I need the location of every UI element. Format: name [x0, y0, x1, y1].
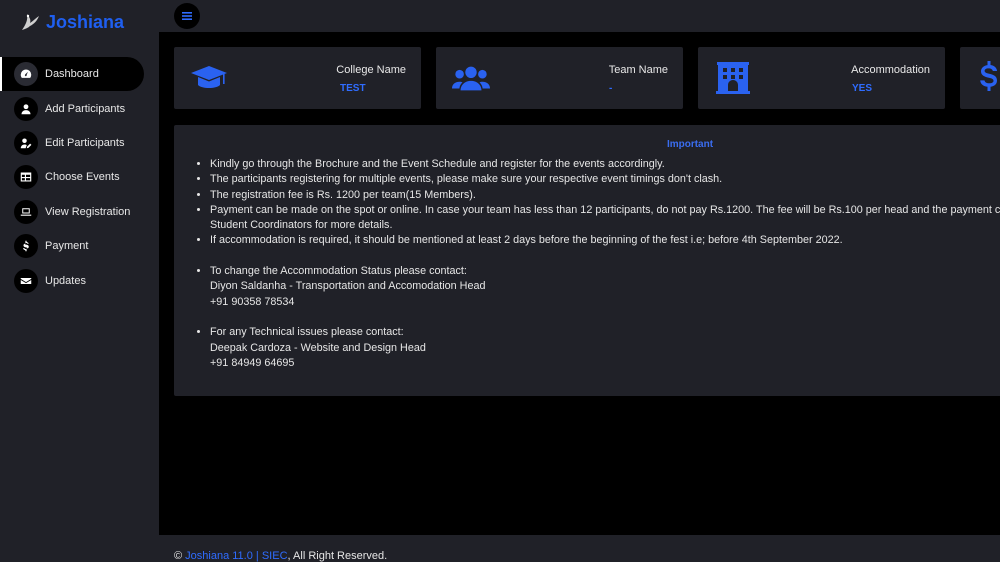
college-name-card: College Name TEST [174, 47, 421, 109]
spacer [210, 249, 1000, 264]
sidebar-item-dashboard[interactable]: Dashboard [0, 57, 144, 92]
technical-contact-heading: For any Technical issues please contact: [210, 326, 404, 339]
brand[interactable]: Joshiana [18, 8, 124, 36]
sidebar-item-label: Payment [45, 240, 89, 253]
product-link[interactable]: Joshiana 11.0 [185, 550, 253, 562]
accommodation-contact-phone: +91 90358 78534 [210, 295, 295, 308]
sidebar: Joshiana Dashboard Add Participants Edit… [0, 0, 159, 562]
notice-item-continued: Student Coordinators for more details. [210, 219, 393, 232]
hotel-icon [714, 61, 752, 95]
sidebar-item-edit-participants[interactable]: Edit Participants [0, 126, 159, 160]
technical-contact-name: Deepak Cardoza - Website and Design Head [210, 341, 426, 354]
sidebar-item-label: Updates [45, 274, 86, 287]
sidebar-item-view-registration[interactable]: View Registration [0, 195, 159, 229]
copyright-symbol: © [174, 550, 183, 562]
dollar-icon [970, 61, 1000, 95]
bird-logo-icon [22, 14, 39, 30]
users-icon [452, 61, 490, 95]
notice-title: Important [666, 139, 714, 150]
org-link[interactable]: SIEC [262, 550, 288, 562]
user-edit-icon [14, 130, 38, 155]
footer-separator: | [255, 550, 259, 562]
team-name-card: Team Name - [436, 47, 683, 109]
dollar-icon [14, 234, 38, 259]
sidebar-item-payment[interactable]: Payment [0, 229, 159, 263]
notice-item: Kindly go through the Brochure and the E… [210, 157, 1000, 172]
card-title: College Name [336, 64, 406, 76]
main-content: College Name TEST Team Name - Accommodat… [159, 32, 1000, 535]
hamburger-icon [182, 12, 192, 20]
sidebar-menu: Dashboard Add Participants Edit Particip… [0, 57, 159, 298]
technical-contact-phone: +91 84949 64695 [210, 356, 295, 369]
card-title: Team Name [608, 64, 668, 76]
spacer [210, 310, 1000, 325]
payment-card [960, 47, 1000, 109]
accommodation-contact-name: Diyon Saldanha - Transportation and Acco… [210, 280, 486, 293]
footer-suffix: , All Right Reserved. [287, 550, 388, 562]
graduation-cap-icon [190, 61, 228, 95]
card-value: YES [852, 83, 873, 94]
card-title: Accommodation [851, 64, 930, 76]
brand-name: Joshiana [46, 11, 125, 32]
notice-item: The registration fee is Rs. 1200 per tea… [210, 188, 1000, 203]
accommodation-contact: To change the Accommodation Status pleas… [210, 264, 1000, 310]
sidebar-item-label: Add Participants [45, 102, 126, 115]
topbar [159, 0, 1000, 32]
sidebar-item-label: Edit Participants [45, 136, 125, 149]
notice-item: If accommodation is required, it should … [210, 233, 1000, 248]
envelope-icon [14, 268, 38, 293]
footer-copyright: © Joshiana 11.0 | SIEC, All Right Reserv… [174, 550, 387, 562]
footer: © Joshiana 11.0 | SIEC, All Right Reserv… [159, 535, 1000, 562]
important-notice: Important Kindly go through the Brochure… [174, 125, 1000, 396]
sidebar-item-updates[interactable]: Updates [0, 263, 159, 297]
accommodation-card: Accommodation YES [698, 47, 945, 109]
notice-list: Kindly go through the Brochure and the E… [196, 157, 1000, 371]
card-value: TEST [340, 83, 366, 94]
sidebar-item-label: Choose Events [45, 171, 120, 184]
sidebar-toggle-button[interactable] [174, 3, 200, 29]
user-icon [14, 96, 38, 121]
sidebar-item-label: Dashboard [45, 68, 99, 81]
technical-contact: For any Technical issues please contact:… [210, 325, 1000, 371]
sidebar-item-choose-events[interactable]: Choose Events [0, 160, 159, 194]
notice-item: The participants registering for multipl… [210, 172, 1000, 187]
laptop-icon [14, 199, 38, 224]
gauge-icon [14, 62, 38, 87]
accommodation-contact-heading: To change the Accommodation Status pleas… [210, 265, 467, 278]
table-icon [14, 165, 38, 190]
notice-item: Payment can be made on the spot or onlin… [210, 203, 1000, 218]
sidebar-item-add-participants[interactable]: Add Participants [0, 91, 159, 125]
sidebar-item-label: View Registration [45, 205, 131, 218]
card-value: - [609, 83, 613, 94]
